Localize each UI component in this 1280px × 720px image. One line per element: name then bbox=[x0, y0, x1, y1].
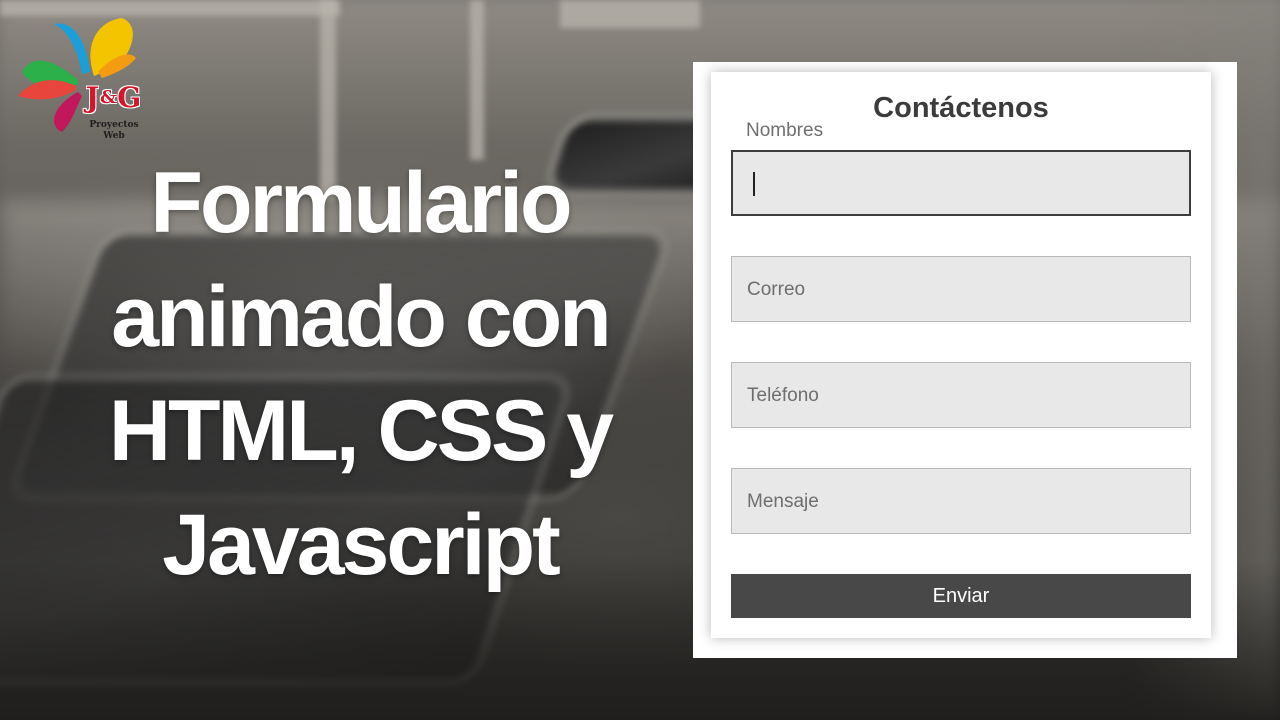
mensaje-label: Mensaje bbox=[747, 491, 819, 512]
text-caret bbox=[753, 172, 755, 196]
enviar-button[interactable]: Enviar bbox=[731, 574, 1191, 618]
headline-line: animado con bbox=[111, 269, 611, 365]
contact-form: Contáctenos Nombres Correo Teléfono Mens… bbox=[711, 72, 1211, 638]
correo-label: Correo bbox=[747, 279, 806, 300]
nombres-label: Nombres bbox=[746, 120, 824, 141]
logo-subtitle: Proyectos Web bbox=[89, 120, 139, 141]
nombres-field[interactable] bbox=[731, 150, 1191, 216]
telefono-label: Teléfono bbox=[747, 385, 819, 406]
page-headline: Formulario animado con HTML, CSS y Javas… bbox=[40, 146, 680, 602]
headline-line: HTML, CSS y bbox=[108, 383, 614, 479]
correo-field[interactable]: Correo bbox=[731, 256, 1191, 322]
headline-line: Formulario bbox=[150, 155, 572, 251]
headline-line: Javascript bbox=[162, 497, 561, 593]
logo-initials: J&G bbox=[85, 81, 143, 114]
mensaje-field[interactable]: Mensaje bbox=[731, 468, 1191, 534]
telefono-field[interactable]: Teléfono bbox=[731, 362, 1191, 428]
brand-logo: J&G Proyectos Web bbox=[12, 10, 142, 141]
